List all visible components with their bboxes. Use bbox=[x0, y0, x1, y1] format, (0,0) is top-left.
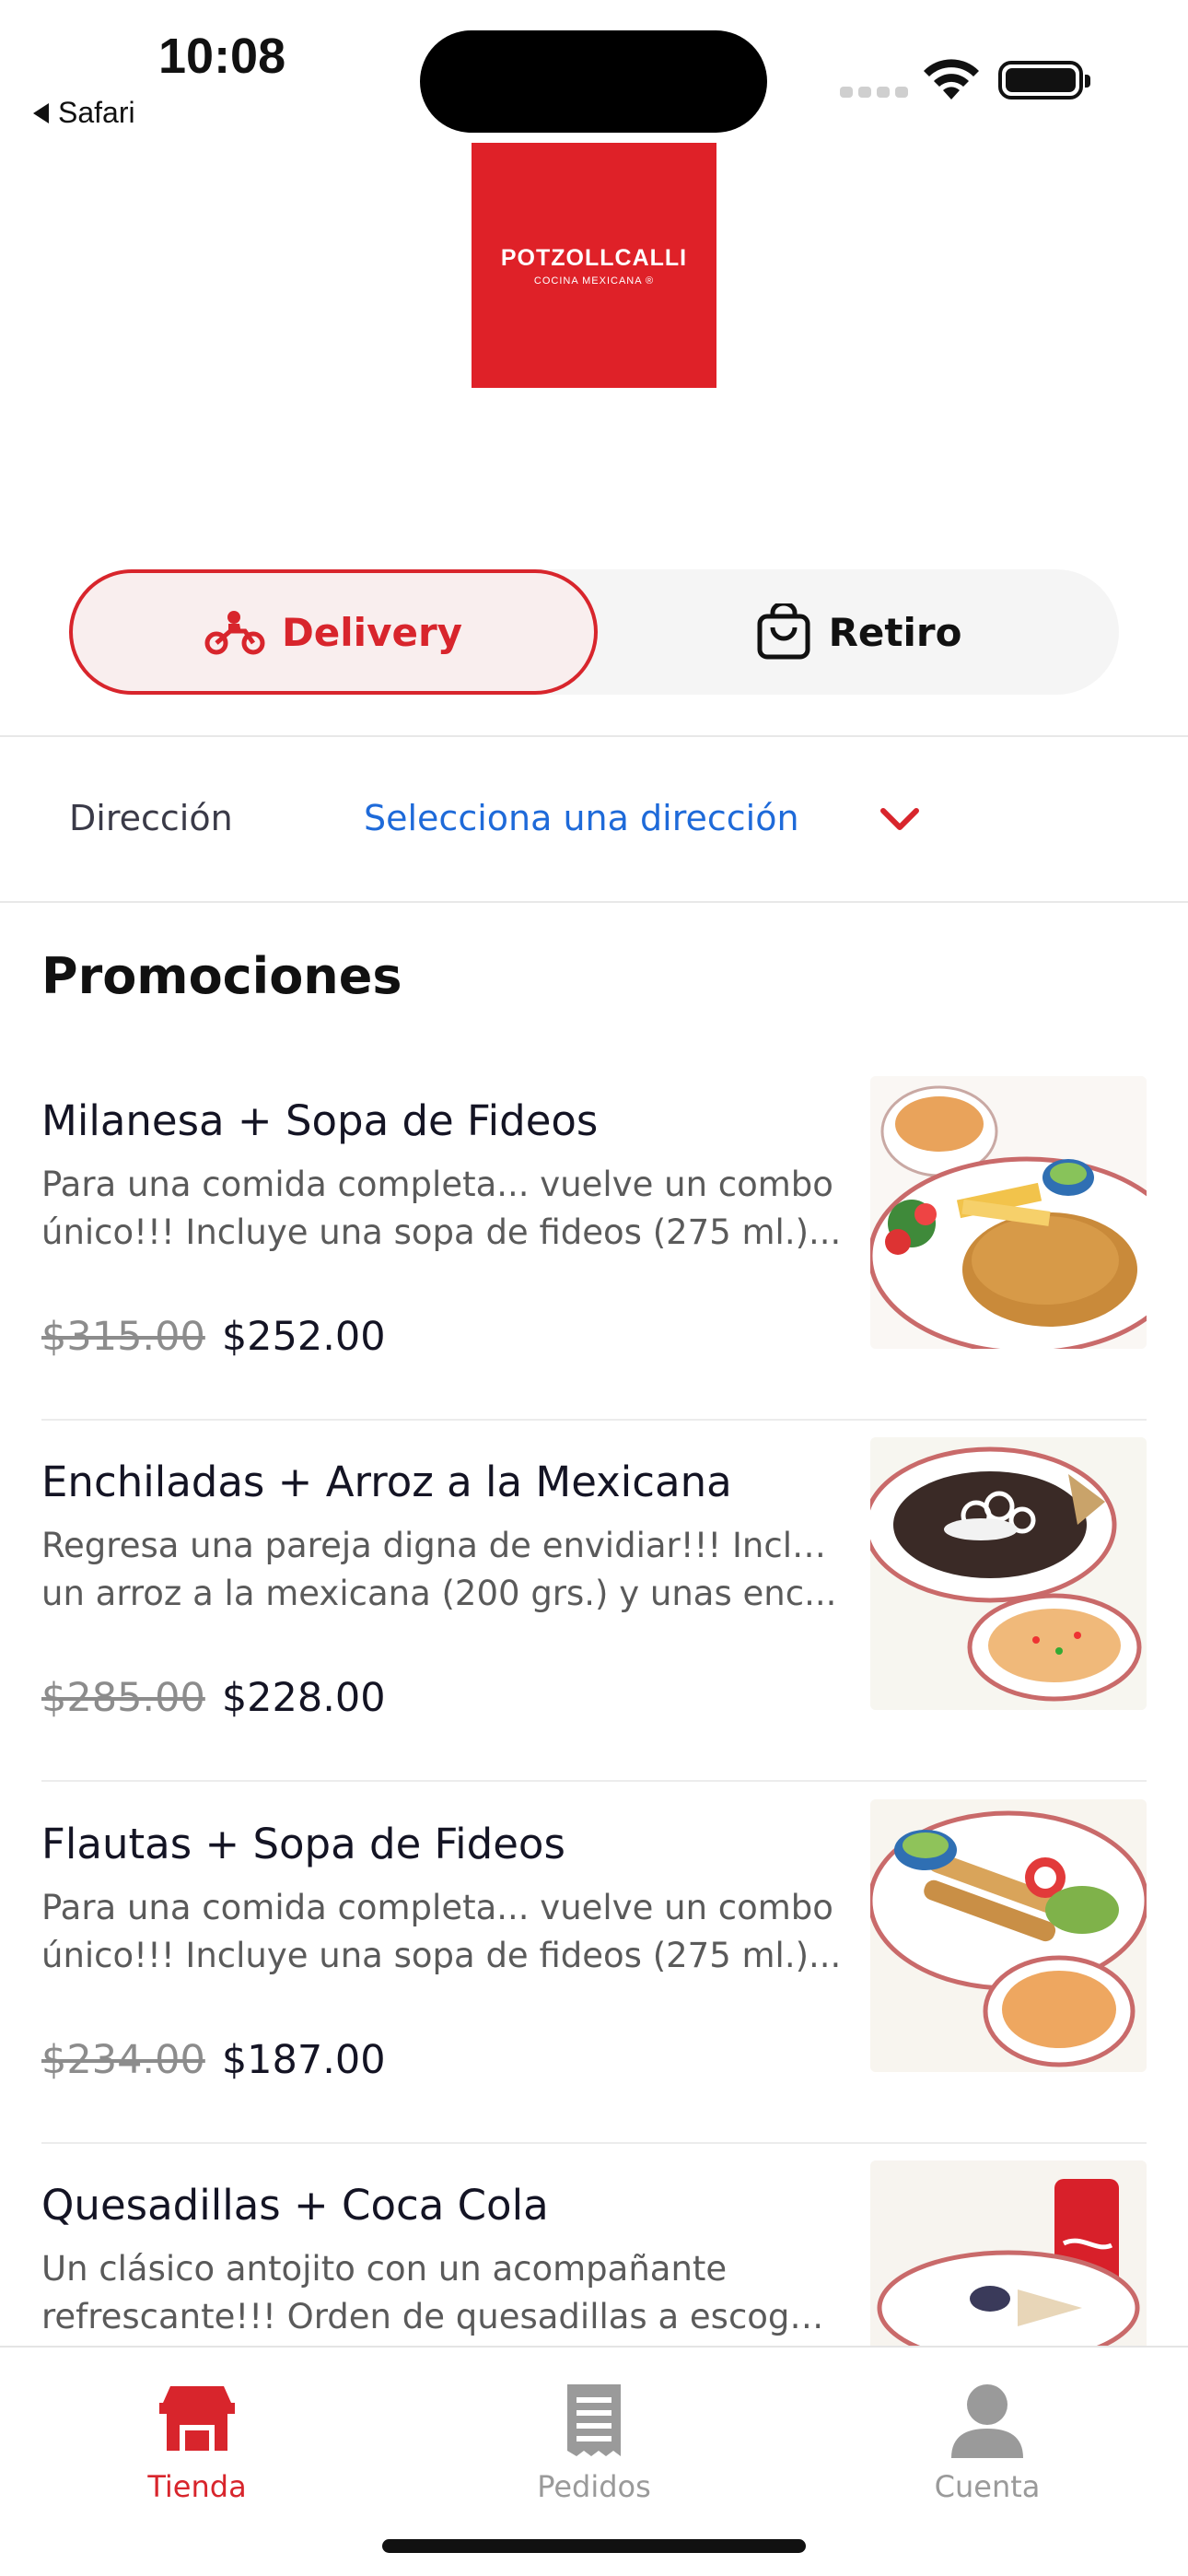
chevron-down-icon[interactable] bbox=[879, 803, 921, 837]
tab-pedidos[interactable]: Pedidos bbox=[483, 2381, 705, 2504]
restaurant-logo: POTZOLLCALLI COCINA MEXICANA ® bbox=[472, 143, 716, 388]
delivery-option[interactable]: Delivery bbox=[69, 569, 598, 695]
back-arrow-icon bbox=[33, 102, 49, 123]
promo-item[interactable]: Enchiladas + Arroz a la Mexicana Regresa… bbox=[41, 1437, 1147, 1821]
old-price: $234.00 bbox=[41, 2037, 205, 2083]
item-separator bbox=[41, 1780, 1147, 1782]
address-select[interactable]: Selecciona una dirección bbox=[364, 798, 799, 838]
logo-name: POTZOLLCALLI bbox=[500, 244, 688, 271]
promo-price: $187.00 bbox=[221, 2037, 386, 2083]
status-time: 10:08 bbox=[158, 29, 286, 84]
person-icon bbox=[951, 2384, 1023, 2458]
item-separator bbox=[41, 1419, 1147, 1421]
shopping-bag-icon bbox=[757, 603, 810, 660]
motorcycle-icon bbox=[204, 611, 265, 655]
flautas-sopa-image bbox=[870, 1799, 1147, 2072]
status-bar: 10:08 Safari bbox=[0, 0, 1188, 138]
milanesa-sopa-image bbox=[870, 1076, 1147, 1349]
home-indicator[interactable] bbox=[382, 2539, 806, 2553]
back-to-safari[interactable]: Safari bbox=[33, 96, 135, 130]
divider bbox=[0, 735, 1188, 737]
battery-icon bbox=[998, 61, 1090, 100]
promo-description: Un clásico antojito con un acompañante r… bbox=[41, 2249, 843, 2336]
promo-description: Para una comida completa... vuelve un co… bbox=[41, 1888, 842, 1975]
promo-description: Regresa una pareja digna de envidiar!!! … bbox=[41, 1526, 843, 1613]
old-price: $285.00 bbox=[41, 1675, 205, 1721]
promo-name: Flautas + Sopa de Fideos bbox=[41, 1820, 565, 1868]
item-separator bbox=[41, 2142, 1147, 2144]
promotions-title: Promociones bbox=[41, 947, 402, 1005]
divider bbox=[0, 901, 1188, 903]
tab-label: Tienda bbox=[147, 2469, 247, 2504]
price-row: $315.00 $252.00 bbox=[41, 1314, 386, 1360]
delivery-label: Delivery bbox=[281, 609, 463, 655]
promo-item[interactable]: Flautas + Sopa de Fideos Para una comida… bbox=[41, 1799, 1147, 2183]
store-icon bbox=[159, 2386, 235, 2451]
logo-subtitle: COCINA MEXICANA ® bbox=[533, 275, 655, 287]
promo-description: Para una comida completa... vuelve un co… bbox=[41, 1165, 842, 1252]
promo-name: Enchiladas + Arroz a la Mexicana bbox=[41, 1458, 732, 1506]
promo-name: Milanesa + Sopa de Fideos bbox=[41, 1096, 599, 1145]
price-row: $234.00 $187.00 bbox=[41, 2037, 386, 2083]
promo-name: Quesadillas + Coca Cola bbox=[41, 2181, 549, 2230]
back-app-label: Safari bbox=[58, 96, 135, 129]
retiro-label: Retiro bbox=[828, 609, 962, 655]
price-row: $285.00 $228.00 bbox=[41, 1675, 386, 1721]
retiro-option[interactable]: Retiro bbox=[598, 569, 1119, 695]
wifi-icon bbox=[924, 59, 979, 100]
tab-tienda[interactable]: Tienda bbox=[87, 2381, 308, 2504]
old-price: $315.00 bbox=[41, 1314, 205, 1360]
order-mode-toggle: Delivery Retiro bbox=[69, 569, 1119, 695]
tab-label: Pedidos bbox=[537, 2469, 651, 2504]
promo-item[interactable]: Milanesa + Sopa de Fideos Para una comid… bbox=[41, 1076, 1147, 1459]
dynamic-island bbox=[420, 30, 767, 133]
promo-price: $228.00 bbox=[221, 1675, 386, 1721]
cellular-signal-icon bbox=[840, 87, 908, 98]
tab-cuenta[interactable]: Cuenta bbox=[877, 2381, 1098, 2504]
enchiladas-arroz-image bbox=[870, 1437, 1147, 1710]
tab-label: Cuenta bbox=[934, 2469, 1041, 2504]
promo-price: $252.00 bbox=[221, 1314, 386, 1360]
receipt-icon bbox=[567, 2384, 621, 2456]
address-label: Dirección bbox=[69, 798, 233, 838]
